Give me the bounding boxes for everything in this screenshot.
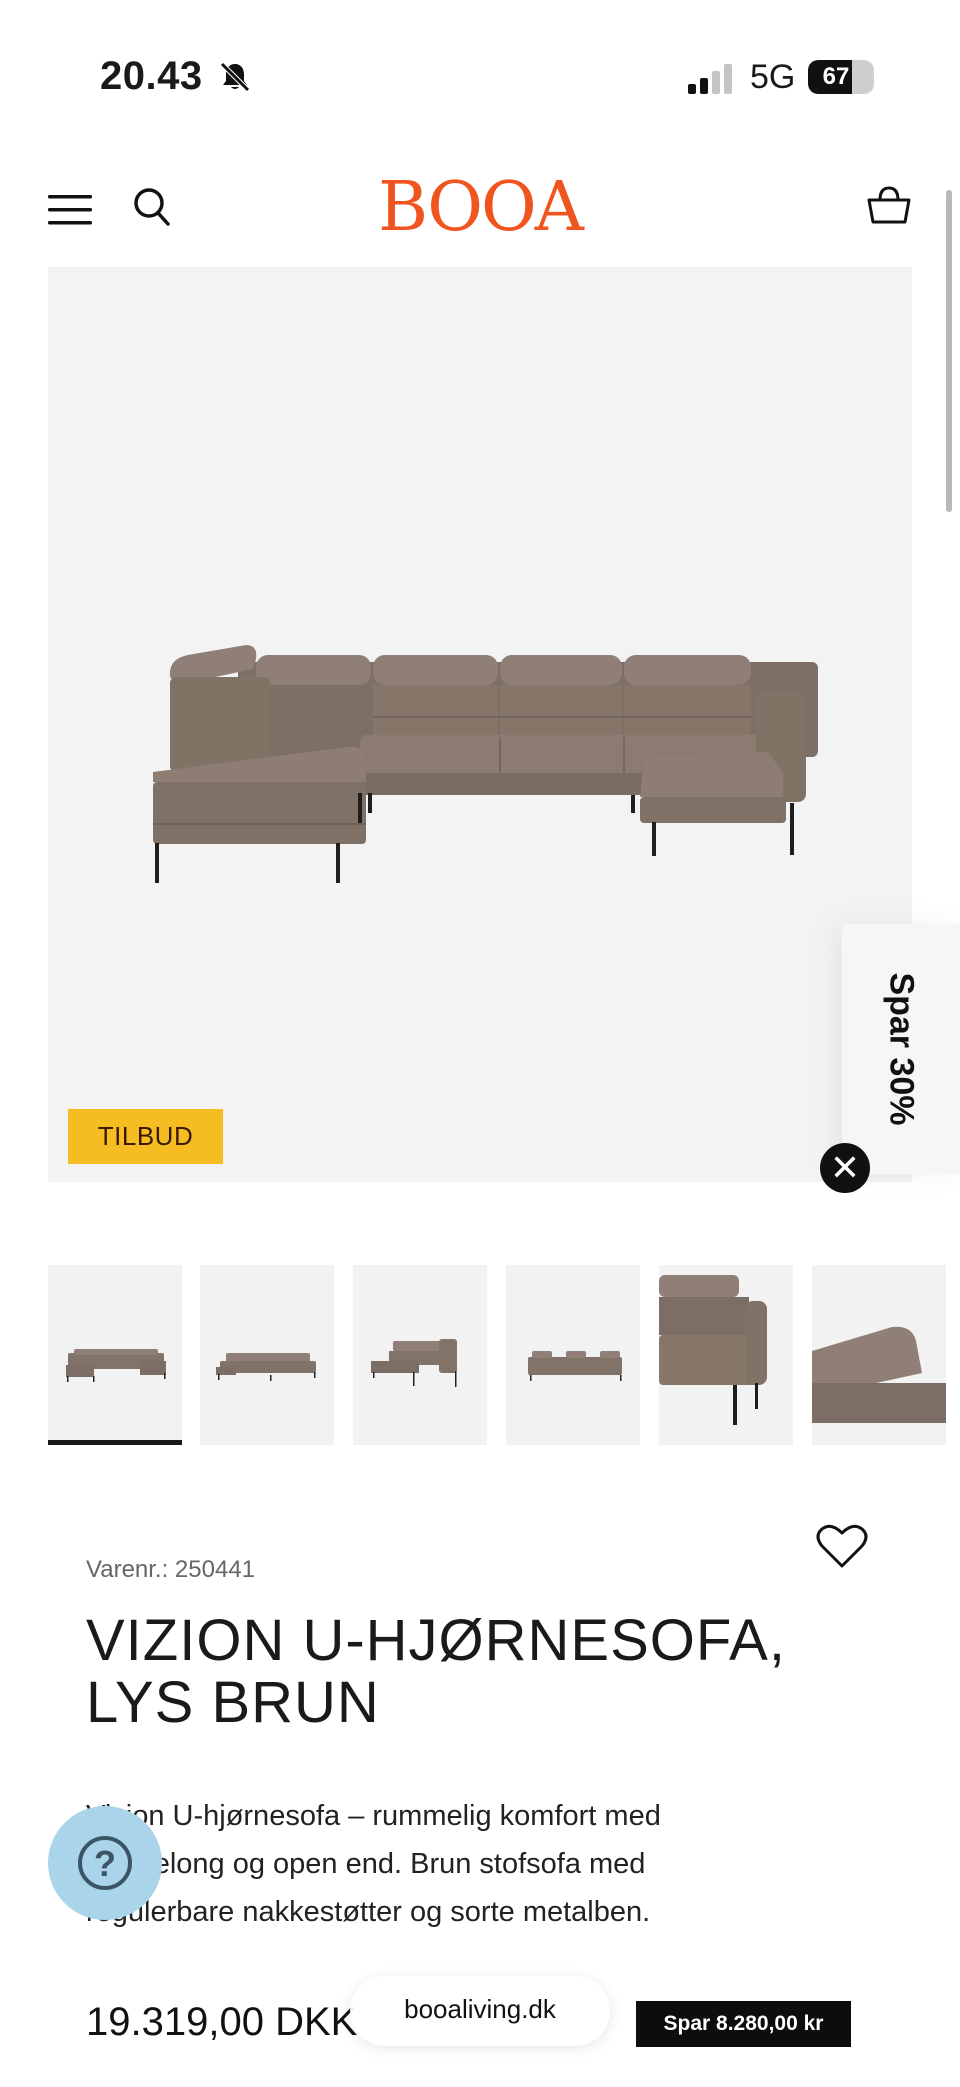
thumbnail-sofa-image	[66, 1349, 166, 1382]
thumbnail-2[interactable]	[200, 1265, 334, 1445]
sofa-image	[153, 645, 818, 883]
network-label: 5G	[750, 58, 796, 96]
image-gallery-thumbnails	[48, 1265, 960, 1445]
thumbnail-6[interactable]	[812, 1265, 946, 1445]
thumbnail-sofa-image	[528, 1351, 622, 1381]
product-hero-image[interactable]: TILBUD	[48, 267, 912, 1182]
thumbnail-5[interactable]	[659, 1265, 793, 1445]
close-icon[interactable]: ✕	[820, 1143, 870, 1193]
product-sku: Varenr.: 250441	[86, 1556, 256, 1583]
status-time: 20.43	[100, 54, 203, 98]
page-scrollbar[interactable]	[946, 190, 952, 512]
sale-badge: TILBUD	[68, 1109, 223, 1164]
search-icon[interactable]	[132, 186, 172, 228]
product-title: VIZION U-HJØRNESOFA, LYS BRUN	[86, 1608, 786, 1735]
cart-icon[interactable]	[866, 182, 912, 228]
product-description: Vizion U-hjørnesofa – rummelig komfort m…	[86, 1800, 661, 1928]
thumbnail-sofa-image	[371, 1339, 457, 1387]
thumbnail-4[interactable]	[506, 1265, 640, 1445]
thumbnail-sofa-image	[812, 1326, 946, 1423]
battery-percent: 67	[822, 63, 850, 90]
site-header: BOOA	[0, 160, 960, 260]
menu-icon[interactable]	[48, 194, 92, 226]
help-button[interactable]: ?	[48, 1806, 162, 1920]
browser-url-bar[interactable]: booaliving.dk	[350, 1976, 610, 2046]
battery-icon: 67	[808, 60, 874, 94]
active-thumbnail-indicator	[48, 1440, 182, 1445]
status-bar: 20.43 5G 67	[0, 0, 960, 150]
thumbnail-sofa-image	[659, 1275, 767, 1425]
brand-logo[interactable]: BOOA	[370, 168, 590, 247]
thumbnail-1[interactable]	[48, 1265, 182, 1445]
discount-side-tab[interactable]: Spar 30%	[842, 924, 960, 1174]
help-icon: ?	[78, 1836, 132, 1890]
thumbnail-sofa-image	[216, 1353, 316, 1381]
discount-side-tab-label: Spar 30%	[882, 972, 921, 1126]
heart-icon[interactable]	[816, 1522, 868, 1570]
savings-badge: Spar 8.280,00 kr	[636, 2001, 851, 2047]
signal-icon	[688, 64, 732, 94]
product-price: 19.319,00 DKK	[86, 2000, 358, 2044]
bell-slash-icon	[220, 62, 250, 92]
thumbnail-3[interactable]	[353, 1265, 487, 1445]
